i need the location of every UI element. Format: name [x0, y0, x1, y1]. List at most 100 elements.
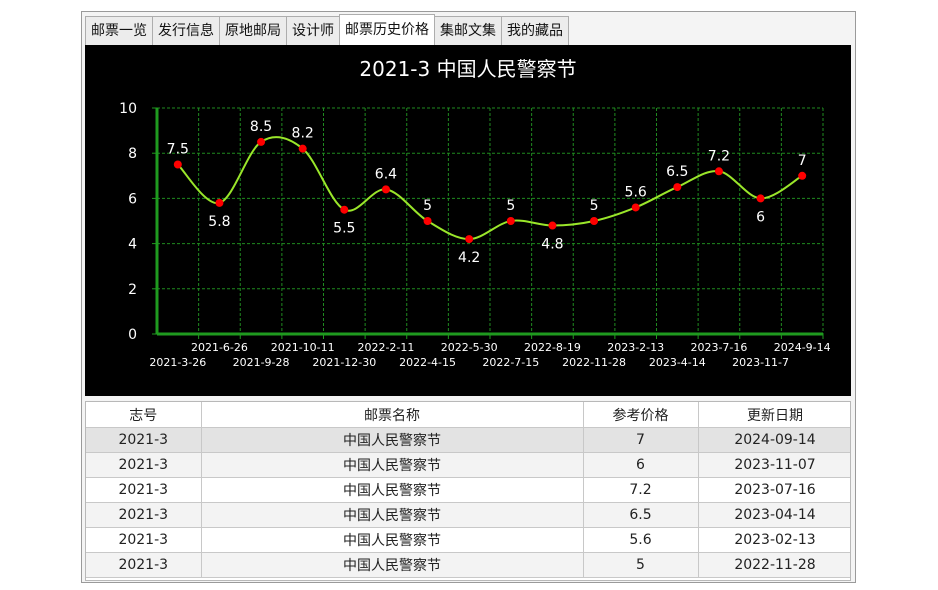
cell-update-date: 2022-11-28 — [698, 552, 850, 578]
data-label: 5.5 — [333, 221, 355, 237]
cell-stamp-number: 2021-3 — [86, 477, 202, 503]
y-tick-label: 0 — [128, 327, 137, 343]
tab-philately-articles[interactable]: 集邮文集 — [434, 16, 502, 45]
table-row[interactable]: 2021-3 中国人民警察节 5.6 2023-02-13 — [86, 527, 850, 553]
table-row[interactable]: 2021-3 中国人民警察节 5 2022-11-28 — [86, 552, 850, 578]
cell-update-date: 2023-11-07 — [698, 452, 850, 478]
x-tick-label: 2022-7-15 — [482, 356, 539, 369]
cell-stamp-name: 中国人民警察节 — [201, 552, 584, 578]
tab-price-history[interactable]: 邮票历史价格 — [339, 14, 435, 45]
data-point — [756, 194, 765, 203]
x-tick-label: 2023-7-16 — [690, 341, 747, 354]
cell-reference-price: 6 — [583, 452, 699, 478]
tab-stamp-list[interactable]: 邮票一览 — [85, 16, 153, 45]
x-tick-label: 2021-12-30 — [312, 356, 376, 369]
chart-title: 2021-3 中国人民警察节 — [359, 57, 576, 81]
data-label: 8.2 — [292, 126, 314, 142]
cell-update-date: 2023-02-13 — [698, 527, 850, 553]
y-tick-label: 8 — [128, 146, 137, 162]
column-header-stamp-number[interactable]: 志号 — [86, 402, 202, 428]
cell-reference-price: 7.2 — [583, 477, 699, 503]
x-tick-label: 2021-3-26 — [149, 356, 206, 369]
data-label: 5.8 — [208, 214, 230, 230]
data-label: 6 — [756, 209, 765, 225]
cell-stamp-name: 中国人民警察节 — [201, 427, 584, 453]
data-point — [673, 183, 682, 192]
data-point — [465, 235, 474, 244]
tab-bar: 邮票一览 发行信息 原地邮局 设计师 邮票历史价格 集邮文集 我的藏品 — [85, 14, 569, 45]
app-window: 邮票一览 发行信息 原地邮局 设计师 邮票历史价格 集邮文集 我的藏品 2021… — [81, 11, 856, 583]
y-tick-label: 10 — [119, 101, 137, 117]
cell-stamp-name: 中国人民警察节 — [201, 477, 584, 503]
data-label: 5.6 — [625, 184, 647, 200]
data-label: 7 — [798, 153, 807, 169]
table-row[interactable]: 2021-3 中国人民警察节 6.5 2023-04-14 — [86, 502, 850, 528]
chart-canvas: 2021-3 中国人民警察节 0 2 4 6 8 10 2021-3-26 2021-6-26… — [119, 57, 830, 369]
cell-stamp-number: 2021-3 — [86, 527, 202, 553]
data-point — [548, 221, 557, 230]
cell-stamp-number: 2021-3 — [86, 502, 202, 528]
cell-stamp-name: 中国人民警察节 — [201, 452, 584, 478]
cell-stamp-name: 中国人民警察节 — [201, 527, 584, 553]
tab-designer[interactable]: 设计师 — [286, 16, 340, 45]
column-header-reference-price[interactable]: 参考价格 — [583, 402, 699, 428]
data-label: 6.5 — [666, 164, 688, 180]
x-tick-label: 2021-10-11 — [271, 341, 335, 354]
tab-my-collection[interactable]: 我的藏品 — [501, 16, 569, 45]
cell-update-date: 2023-07-16 — [698, 477, 850, 503]
x-tick-label: 2022-5-30 — [441, 341, 498, 354]
column-header-update-date[interactable]: 更新日期 — [698, 402, 850, 428]
tab-origin-post-office[interactable]: 原地邮局 — [219, 16, 287, 45]
data-point — [215, 198, 224, 207]
cell-update-date: 2023-04-14 — [698, 502, 850, 528]
x-tick-label: 2022-4-15 — [399, 356, 456, 369]
data-point — [506, 217, 515, 225]
data-label: 4.8 — [541, 237, 563, 253]
y-tick-label: 4 — [128, 237, 137, 253]
data-point — [590, 217, 599, 225]
column-header-stamp-name[interactable]: 邮票名称 — [201, 402, 584, 428]
data-label: 7.5 — [167, 142, 189, 158]
table-row[interactable]: 2021-3 中国人民警察节 7 2024-09-14 — [86, 427, 850, 453]
y-tick-label: 2 — [128, 282, 137, 298]
table-row[interactable]: 2021-3 中国人民警察节 6 2023-11-07 — [86, 452, 850, 478]
data-label: 5 — [506, 198, 515, 214]
cell-update-date: 2024-09-14 — [698, 427, 850, 453]
cell-reference-price: 6.5 — [583, 502, 699, 528]
tab-issue-info[interactable]: 发行信息 — [152, 16, 220, 45]
x-tick-label: 2023-4-14 — [649, 356, 706, 369]
data-point — [798, 171, 807, 180]
data-point — [714, 167, 723, 176]
x-tick-label: 2023-11-7 — [732, 356, 789, 369]
cell-stamp-number: 2021-3 — [86, 552, 202, 578]
data-point — [340, 205, 349, 214]
price-history-chart: 2021-3 中国人民警察节 0 2 4 6 8 10 2021-3-26 2021-6-26… — [85, 45, 851, 396]
price-table: 志号 邮票名称 参考价格 更新日期 2021-3 中国人民警察节 7 2024-… — [85, 401, 851, 581]
cell-reference-price: 5.6 — [583, 527, 699, 553]
data-label: 8.5 — [250, 119, 272, 135]
cell-stamp-number: 2021-3 — [86, 427, 202, 453]
data-point — [423, 217, 432, 225]
data-label: 6.4 — [375, 166, 397, 182]
data-point — [298, 144, 307, 153]
cell-stamp-number: 2021-3 — [86, 452, 202, 478]
data-point — [381, 185, 390, 194]
x-tick-label: 2021-9-28 — [233, 356, 290, 369]
x-tick-label: 2022-2-11 — [357, 341, 414, 354]
x-tick-label: 2023-2-13 — [607, 341, 664, 354]
data-label: 5 — [590, 198, 599, 214]
data-point — [173, 160, 182, 169]
cell-reference-price: 7 — [583, 427, 699, 453]
table-row[interactable]: 2021-3 中国人民警察节 7.2 2023-07-16 — [86, 477, 850, 503]
data-label: 7.2 — [708, 148, 730, 164]
data-point — [257, 137, 266, 146]
x-tick-label: 2022-11-28 — [562, 356, 626, 369]
chart-axes: 0 2 4 6 8 10 2021-3-26 2021-6-26 2021-9-28 2021-1… — [119, 101, 830, 369]
data-label: 5 — [423, 198, 432, 214]
x-tick-label: 2022-8-19 — [524, 341, 581, 354]
y-tick-label: 6 — [128, 191, 137, 207]
data-label: 4.2 — [458, 250, 480, 266]
cell-reference-price: 5 — [583, 552, 699, 578]
x-tick-label: 2024-9-14 — [774, 341, 831, 354]
x-tick-label: 2021-6-26 — [191, 341, 248, 354]
